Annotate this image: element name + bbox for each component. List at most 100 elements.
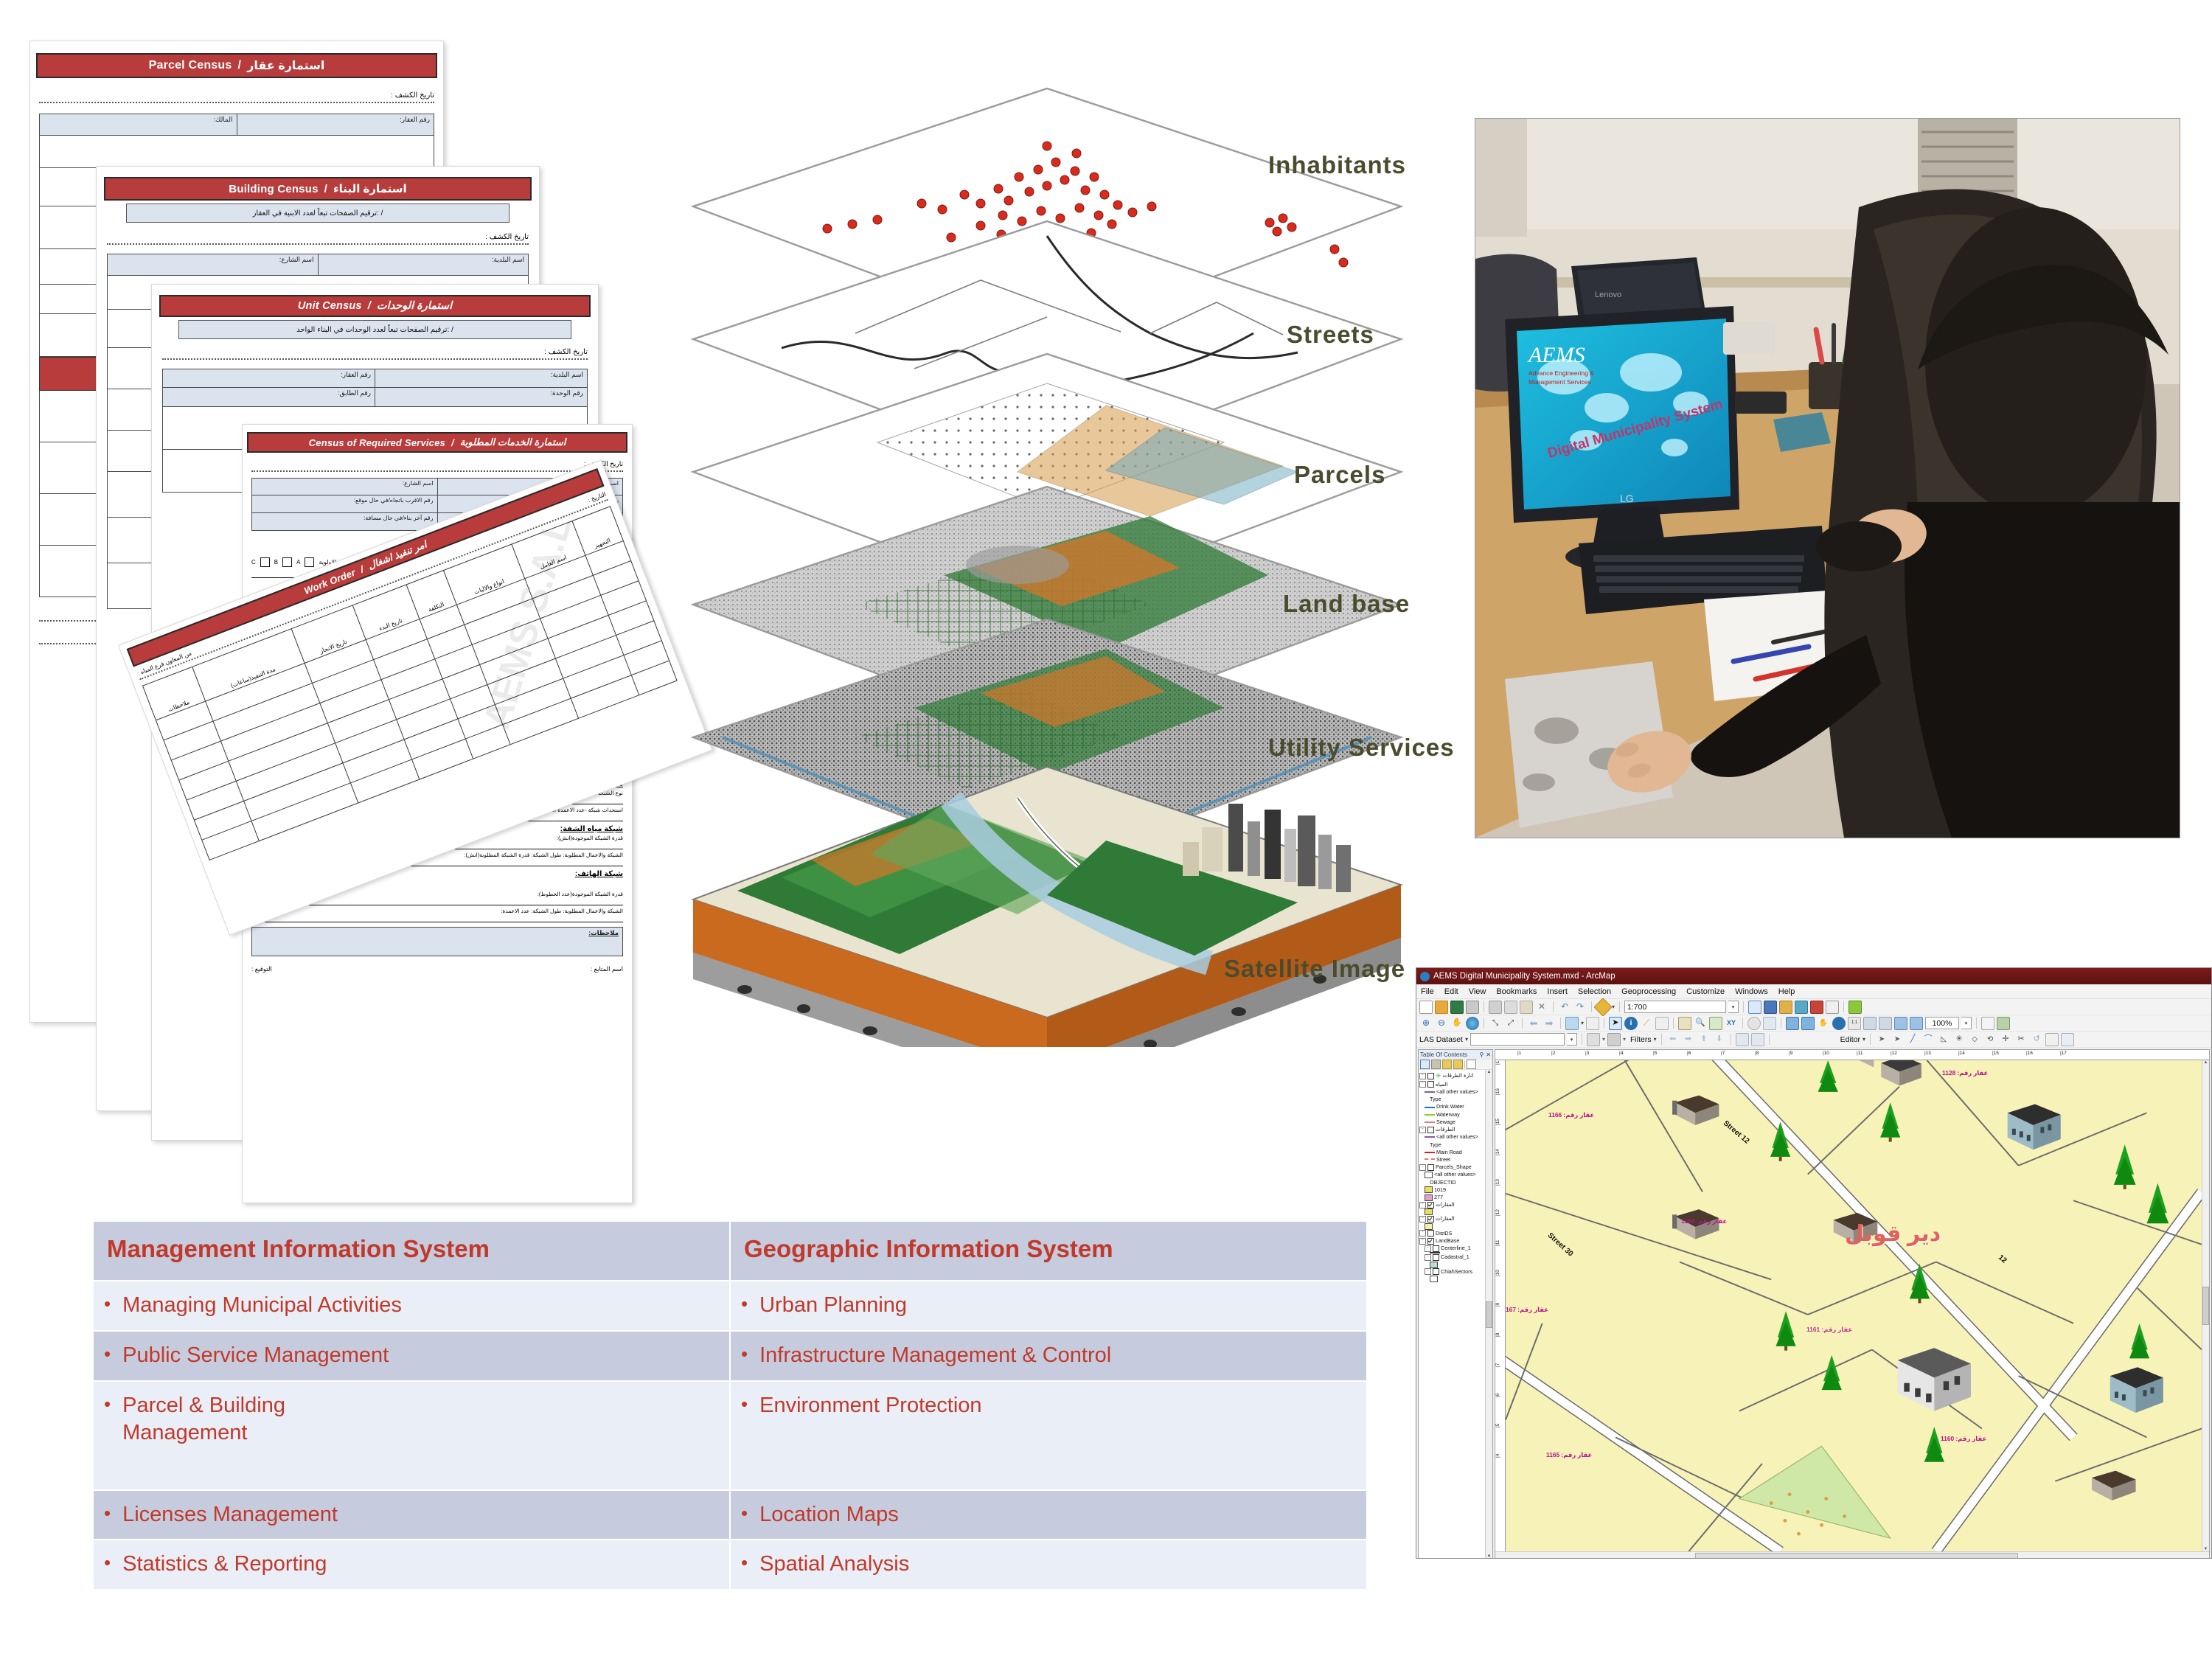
layer-visibility-checkbox[interactable]	[1427, 1072, 1434, 1079]
las-next-icon[interactable]: ➡	[1682, 1033, 1695, 1046]
scroll-down-arrow[interactable]: ▼	[1487, 1554, 1492, 1558]
create-viewer-icon[interactable]	[1763, 1016, 1777, 1030]
toc-node[interactable]: 1019	[1419, 1186, 1484, 1194]
expander-icon[interactable]: -	[1419, 1216, 1426, 1223]
expander-icon[interactable]: -	[1425, 1268, 1431, 1276]
toc-node[interactable]: - Cadastral_1	[1419, 1253, 1484, 1261]
toc-node[interactable]: - LandBase	[1419, 1237, 1484, 1245]
scroll-thumb[interactable]	[1486, 1301, 1492, 1328]
toc-node[interactable]	[1419, 1208, 1484, 1216]
full-extent-icon[interactable]	[1466, 1016, 1479, 1030]
pan-icon[interactable]: ✋	[1450, 1017, 1464, 1030]
cut-polygon-icon[interactable]: ✂	[2014, 1033, 2028, 1046]
time-slider-icon[interactable]	[1747, 1016, 1761, 1030]
map-scale-dropdown-arrow[interactable]: ▾	[1728, 1001, 1739, 1013]
toc-node[interactable]: Drink Water	[1419, 1103, 1484, 1110]
search-window-icon[interactable]	[1795, 1000, 1809, 1014]
layer-visibility-checkbox[interactable]	[1433, 1253, 1439, 1261]
python-window-icon[interactable]	[1826, 1000, 1840, 1014]
map-canvas[interactable]: دير قوبل Street 12 Street 30 12 عقار رقم…	[1506, 1060, 2202, 1551]
las-surface-arrow[interactable]: ▾	[1623, 1036, 1626, 1043]
menu-view[interactable]: View	[1469, 987, 1486, 996]
expander-icon[interactable]: -	[1425, 1245, 1431, 1252]
toc-node[interactable]: Sewage	[1419, 1119, 1484, 1126]
expander-icon[interactable]: -	[1419, 1072, 1426, 1079]
arcmap-menubar[interactable]: File Edit View Bookmarks Insert Selectio…	[1416, 984, 2211, 999]
menu-insert[interactable]: Insert	[1547, 987, 1568, 996]
catalog-icon[interactable]	[1779, 1000, 1793, 1014]
expander-icon[interactable]: -	[1419, 1081, 1426, 1088]
effects-fit-icon[interactable]	[1863, 1016, 1877, 1030]
layer-visibility-checkbox[interactable]	[1427, 1201, 1434, 1208]
standard-toolbar[interactable]: ✕ ↶ ↷ ▾ 1:700 ▾	[1416, 997, 2211, 1017]
toc-node[interactable]: - DistDS	[1419, 1230, 1484, 1237]
toc-node[interactable]: - العقارات	[1419, 1201, 1484, 1208]
layer-visibility-checkbox[interactable]	[1427, 1230, 1434, 1237]
new-map-icon[interactable]	[1419, 1000, 1433, 1014]
grade-c-checkbox[interactable]	[260, 557, 270, 567]
undo-icon[interactable]: ↶	[1558, 1001, 1571, 1014]
menu-help[interactable]: Help	[1778, 987, 1795, 996]
table-of-contents-icon[interactable]	[1764, 1000, 1778, 1014]
add-data-icon[interactable]	[1593, 997, 1613, 1017]
split-icon[interactable]: ✛	[1999, 1033, 2012, 1046]
editor-dropdown[interactable]: Editor	[1840, 1035, 1860, 1044]
layer-visibility-checkbox[interactable]	[1427, 1126, 1434, 1133]
toc-node[interactable]: Main Road	[1419, 1149, 1484, 1156]
trace-icon[interactable]: ◺	[1937, 1033, 1950, 1046]
clear-selection-icon[interactable]	[1586, 1016, 1600, 1030]
las-dataset-dropdown[interactable]: LAS Dataset	[1419, 1035, 1463, 1044]
html-popup-icon[interactable]	[1655, 1016, 1669, 1030]
toc-node[interactable]: <all other values>	[1419, 1088, 1484, 1096]
toc-node[interactable]	[1419, 1261, 1484, 1268]
filters-arrow[interactable]: ▾	[1654, 1036, 1657, 1043]
curve-segment-icon[interactable]: ⌒	[1921, 1033, 1935, 1046]
tools-toolbar[interactable]: ⊕ ⊖ ✋ ⤡ ⤢ ⬅ ➡ ▾ ➤ i ⟋ 🔍 XY ✋ 1:1 100% ▾	[1416, 1015, 2211, 1032]
effects-rotate-left-icon[interactable]	[1894, 1016, 1908, 1030]
las-dataset-toolbar[interactable]: LAS Dataset ▾ ▾ ▾ ▾ Filters ▾ ⬅ ➡ ⬆ ⬇ Ed…	[1416, 1032, 2211, 1048]
layer-visibility-checkbox[interactable]	[1433, 1268, 1439, 1276]
expander-icon[interactable]: -	[1425, 1253, 1431, 1261]
layer-visibility-checkbox[interactable]	[1427, 1164, 1434, 1171]
delete-icon[interactable]: ✕	[1535, 1001, 1548, 1014]
zoom-percent-dropdown-arrow[interactable]: ▾	[1961, 1017, 1972, 1029]
filters-dropdown[interactable]: Filters	[1630, 1035, 1652, 1044]
zoom-in-icon[interactable]: ⊕	[1419, 1017, 1433, 1030]
menu-file[interactable]: File	[1421, 987, 1434, 996]
effects-zoom-out-icon[interactable]	[1801, 1016, 1815, 1030]
effects-1to1-icon[interactable]: 1:1	[1848, 1016, 1862, 1030]
page-layout-icon[interactable]	[1981, 1016, 1995, 1030]
hyperlink-icon[interactable]: ⟋	[1640, 1017, 1653, 1030]
toc-node[interactable]: <all other values>	[1419, 1133, 1484, 1141]
next-extent-icon[interactable]: ➡	[1543, 1017, 1556, 1030]
options-icon[interactable]	[1467, 1060, 1476, 1069]
data-view-icon[interactable]	[1997, 1016, 2011, 1030]
arctoolbox-icon[interactable]	[1810, 1000, 1824, 1014]
notes-box[interactable]: ملاحظات:	[251, 927, 623, 956]
toc-node[interactable]	[1419, 1222, 1484, 1230]
arcmap-window[interactable]: AEMS Digital Municipality System.mxd - A…	[1416, 967, 2212, 1559]
toc-node[interactable]: - ChiahSectors	[1419, 1268, 1484, 1276]
toc-node[interactable]: <all other values>	[1419, 1171, 1484, 1178]
zoom-percent-field[interactable]: 100%	[1925, 1017, 1960, 1029]
las-up-icon[interactable]: ⬆	[1697, 1033, 1711, 1046]
table-of-contents-panel[interactable]: Table Of Contents ⚲ ✕ - ✳ انارة الطرقات - ال…	[1418, 1049, 1493, 1558]
print-icon[interactable]	[1466, 1000, 1479, 1014]
expander-icon[interactable]: -	[1419, 1164, 1426, 1171]
construct-points-icon[interactable]: ◇	[1968, 1033, 1981, 1046]
toc-node[interactable]: - المياه	[1419, 1081, 1484, 1088]
las-points-icon[interactable]	[1586, 1032, 1600, 1046]
map-scroll-up-arrow[interactable]: ▲	[2204, 1060, 2208, 1065]
model-builder-icon[interactable]	[1848, 1000, 1863, 1014]
toc-layer-tree[interactable]: - ✳ انارة الطرقات - المياه <all other values>…	[1419, 1070, 1485, 1558]
edit-tool-icon[interactable]: ➤	[1875, 1033, 1888, 1046]
menu-selection[interactable]: Selection	[1578, 987, 1611, 996]
cut-icon[interactable]	[1489, 1000, 1502, 1014]
layer-visibility-checkbox[interactable]	[1427, 1081, 1434, 1088]
expander-icon[interactable]: -	[1419, 1230, 1426, 1237]
identify-icon[interactable]: i	[1624, 1016, 1638, 1030]
expander-icon[interactable]: -	[1419, 1126, 1426, 1133]
layer-visibility-checkbox[interactable]	[1433, 1245, 1439, 1252]
toc-node[interactable]: Type	[1419, 1096, 1484, 1103]
effects-pan-icon[interactable]: ✋	[1817, 1017, 1830, 1030]
